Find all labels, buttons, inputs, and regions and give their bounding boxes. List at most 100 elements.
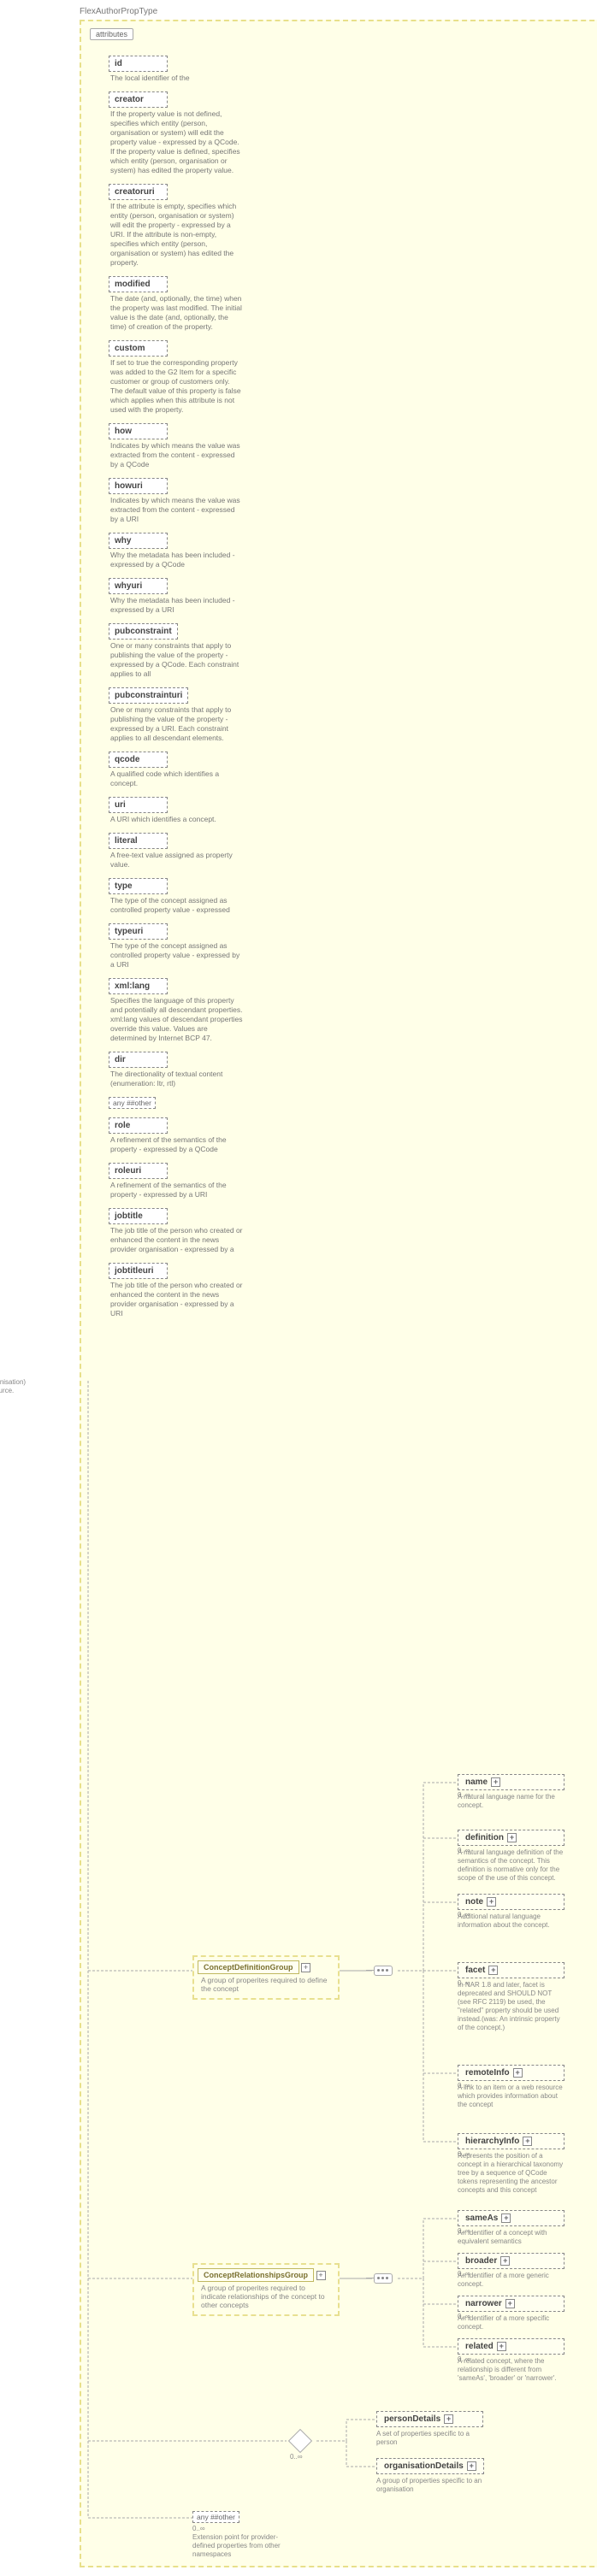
- cardinality: 0..∞: [458, 2227, 470, 2235]
- attr-id: idThe local identifier of the: [109, 56, 254, 83]
- cardinality: 0..∞: [192, 2525, 205, 2532]
- expand-icon[interactable]: +: [505, 2299, 515, 2308]
- attr-dir-desc: The directionality of textual content (e…: [109, 1068, 245, 1088]
- sequence-connector: [374, 1966, 393, 1976]
- el-remoteinfo-desc: A link to an item or a web resource whic…: [458, 2084, 564, 2109]
- attr-typeuri-desc: The type of the concept assigned as cont…: [109, 940, 245, 970]
- expand-icon[interactable]: +: [444, 2414, 453, 2424]
- el-narrower-desc: An identifier of a more specific concept…: [458, 2314, 564, 2331]
- attr-why-box: why: [109, 533, 168, 549]
- cdg-label: ConceptDefinitionGroup: [198, 1960, 299, 1974]
- attr-xmllang-desc: Specifies the language of this property …: [109, 994, 245, 1043]
- expand-icon[interactable]: +: [523, 2137, 532, 2146]
- attr-qcode: qcodeA qualified code which identifies a…: [109, 752, 254, 788]
- concept-relationships-group: ConceptRelationshipsGroup + A group of p…: [192, 2263, 340, 2316]
- cardinality: 0..∞: [458, 2082, 470, 2090]
- el-name: name+0..∞A natural language name for the…: [458, 1774, 564, 1810]
- el-organisationdetails: organisationDetails+A group of propertie…: [376, 2458, 484, 2494]
- attr-whyuri: whyuriWhy the metadata has been included…: [109, 578, 254, 615]
- attr-jobtitleuri-box: jobtitleuri: [109, 1263, 168, 1279]
- attributes-column: idThe local identifier of the creatorIf …: [109, 56, 254, 1318]
- attr-typeuri: typeuriThe type of the concept assigned …: [109, 923, 254, 970]
- el-broader-label: broader: [465, 2256, 497, 2266]
- type-container: attributes idThe local identifier of the…: [80, 20, 597, 2567]
- el-persondetails-label: personDetails: [384, 2414, 440, 2424]
- expand-icon[interactable]: +: [513, 2068, 523, 2078]
- attr-pubconstrainturi-desc: One or many constraints that apply to pu…: [109, 704, 245, 743]
- attr-creator-box: creator: [109, 91, 168, 108]
- attr-jobtitleuri-desc: The job title of the person who created …: [109, 1279, 245, 1318]
- attr-jobtitle-box: jobtitle: [109, 1208, 168, 1224]
- attr-role: roleA refinement of the semantics of the…: [109, 1117, 254, 1154]
- attr-custom-desc: If set to true the corresponding propert…: [109, 357, 245, 415]
- crg-desc: A group of properites required to indica…: [198, 2282, 334, 2311]
- expand-icon[interactable]: +: [500, 2256, 510, 2266]
- attr-uri-desc: A URI which identifies a concept.: [109, 813, 245, 824]
- el-remoteinfo: remoteInfo+0..∞A link to an item or a we…: [458, 2065, 564, 2109]
- attr-pubconstrainturi: pubconstrainturiOne or many constraints …: [109, 687, 254, 743]
- expand-icon[interactable]: +: [487, 1897, 496, 1907]
- attr-type-box: type: [109, 878, 168, 894]
- attr-modified: modifiedThe date (and, optionally, the t…: [109, 276, 254, 332]
- attr-creator-desc: If the property value is not defined, sp…: [109, 108, 245, 175]
- attr-roleuri: roleuriA refinement of the semantics of …: [109, 1163, 254, 1200]
- el-hierarchyinfo-label: hierarchyInfo: [465, 2137, 519, 2146]
- attr-uri-box: uri: [109, 797, 168, 813]
- expand-icon[interactable]: +: [301, 1963, 310, 1972]
- el-facet-label: facet: [465, 1966, 485, 1975]
- attr-creatoruri-box: creatoruri: [109, 184, 168, 200]
- attr-type-desc: The type of the concept assigned as cont…: [109, 894, 245, 915]
- expand-icon[interactable]: +: [501, 2213, 511, 2223]
- attr-uri: uriA URI which identifies a concept.: [109, 797, 254, 824]
- el-definition-label: definition: [465, 1833, 504, 1842]
- expand-icon[interactable]: +: [491, 1777, 500, 1787]
- expand-icon[interactable]: +: [507, 1833, 517, 1842]
- expand-icon[interactable]: +: [488, 1966, 498, 1975]
- attr-whyuri-desc: Why the metadata has been included - exp…: [109, 594, 245, 615]
- type-title: FlexAuthorPropType: [80, 7, 597, 16]
- cardinality: 0..∞: [458, 2270, 470, 2278]
- expand-icon[interactable]: +: [316, 2271, 326, 2280]
- attr-creatoruri-desc: If the attribute is empty, specifies whi…: [109, 200, 245, 268]
- attr-typeuri-box: typeuri: [109, 923, 168, 940]
- attr-pubconstraint: pubconstraintOne or many constraints tha…: [109, 623, 254, 679]
- el-sameas-desc: An identifier of a concept with equivale…: [458, 2229, 564, 2246]
- el-persondetails: personDetails + A set of properties specif…: [376, 2411, 483, 2447]
- attr-id-desc: The local identifier of the: [109, 72, 245, 83]
- el-narrower-label: narrower: [465, 2299, 502, 2308]
- expand-icon[interactable]: +: [497, 2342, 506, 2351]
- el-hierarchyinfo-desc: Represents the position of a concept in …: [458, 2152, 564, 2195]
- el-definition-desc: A natural language definition of the sem…: [458, 1848, 564, 1883]
- cardinality: 0..∞: [458, 2355, 470, 2363]
- el-remoteinfo-label: remoteInfo: [465, 2068, 510, 2078]
- el-sameas: sameAs+0..∞An identifier of a concept wi…: [458, 2210, 564, 2246]
- attr-how: howIndicates by which means the value wa…: [109, 423, 254, 469]
- attr-roleuri-box: roleuri: [109, 1163, 168, 1179]
- attr-id-box: id: [109, 56, 168, 72]
- attr-dir: dirThe directionality of textual content…: [109, 1052, 254, 1088]
- el-persondetails-desc: A set of properties specific to a person: [376, 2430, 483, 2447]
- attr-custom-box: custom: [109, 340, 168, 357]
- expand-icon[interactable]: +: [467, 2461, 476, 2471]
- attr-whyuri-box: whyuri: [109, 578, 168, 594]
- attr-xmllang-box: xml:lang: [109, 978, 168, 994]
- attr-literal-desc: A free-text value assigned as property v…: [109, 849, 245, 869]
- cardinality: 0..∞: [458, 1847, 470, 1854]
- el-sameas-label: sameAs: [465, 2213, 498, 2223]
- any-other-desc: Extension point for provider-defined pro…: [192, 2533, 299, 2559]
- attr-role-box: role: [109, 1117, 168, 1134]
- attr-why-desc: Why the metadata has been included - exp…: [109, 549, 245, 569]
- el-organisationdetails-label: organisationDetails: [384, 2461, 464, 2471]
- cardinality: 0..∞: [458, 2150, 470, 2158]
- el-related: related+0..∞A related concept, where the…: [458, 2338, 564, 2383]
- cardinality: 0..∞: [458, 2313, 470, 2320]
- el-note-label: note: [465, 1897, 483, 1907]
- attr-creatoruri: creatoruriIf the attribute is empty, spe…: [109, 184, 254, 268]
- el-broader-desc: An identifier of a more generic concept.: [458, 2272, 564, 2289]
- cardinality: 0..∞: [458, 1791, 470, 1799]
- el-name-label: name: [465, 1777, 488, 1787]
- attr-jobtitle: jobtitleThe job title of the person who …: [109, 1208, 254, 1254]
- creator-desc: A party (person or organisation) which c…: [0, 1378, 37, 1395]
- attr-xmllang: xml:langSpecifies the language of this p…: [109, 978, 254, 1043]
- el-facet-desc: In NAR 1.8 and later, facet is deprecate…: [458, 1981, 564, 2032]
